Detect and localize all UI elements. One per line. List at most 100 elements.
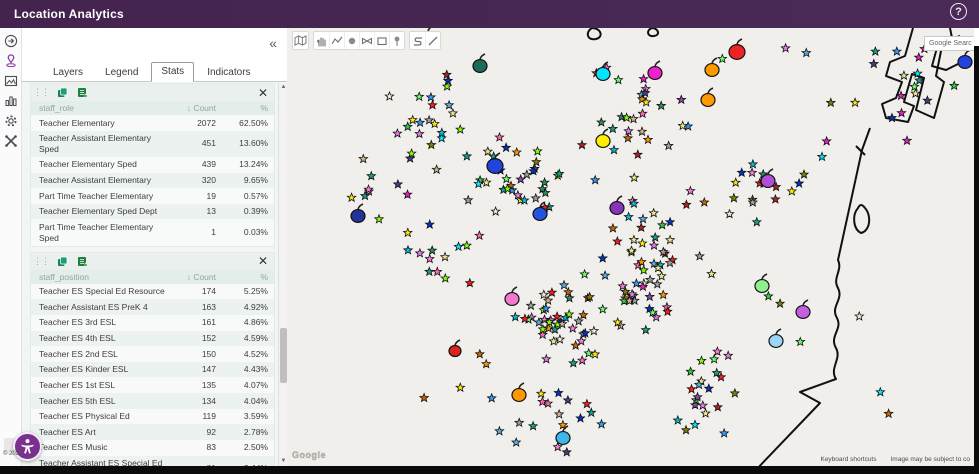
staff-star-marker[interactable] — [771, 195, 779, 203]
staff-star-marker[interactable] — [802, 49, 810, 57]
staff-star-marker[interactable] — [686, 187, 694, 195]
staff-star-marker[interactable] — [714, 403, 722, 411]
staff-star-marker[interactable] — [686, 367, 694, 375]
school-apple-marker[interactable] — [610, 196, 624, 214]
staff-star-marker[interactable] — [724, 351, 732, 359]
staff-star-marker[interactable] — [691, 420, 699, 428]
export-table-icon[interactable] — [76, 255, 89, 268]
staff-star-marker[interactable] — [651, 233, 659, 241]
staff-star-marker[interactable] — [569, 359, 577, 367]
staff-star-marker[interactable] — [476, 350, 484, 358]
staff-star-marker[interactable] — [642, 326, 650, 334]
staff-star-marker[interactable] — [781, 44, 789, 52]
staff-star-marker[interactable] — [425, 267, 433, 275]
staff-star-marker[interactable] — [738, 168, 746, 176]
staff-star-marker[interactable] — [657, 101, 665, 109]
staff-star-marker[interactable] — [495, 133, 503, 141]
staff-star-marker[interactable] — [587, 408, 595, 416]
staff-star-marker[interactable] — [564, 288, 572, 296]
staff-star-marker[interactable] — [720, 429, 728, 437]
staff-star-marker[interactable] — [420, 394, 428, 402]
staff-star-marker[interactable] — [533, 147, 541, 155]
staff-star-marker[interactable] — [540, 290, 548, 298]
staff-star-marker[interactable] — [577, 337, 585, 345]
staff-star-marker[interactable] — [788, 187, 796, 195]
map-canvas[interactable]: Google Searc Google Keyboard shortcuts I… — [287, 28, 974, 467]
staff-star-marker[interactable] — [870, 60, 878, 68]
table-row[interactable]: Teacher ES Physical Ed1193.59% — [31, 409, 274, 425]
school-apple-marker[interactable] — [648, 61, 662, 79]
circle-tool-icon[interactable] — [344, 32, 359, 49]
staff-star-marker[interactable] — [464, 196, 472, 204]
staff-star-marker[interactable] — [407, 149, 415, 157]
staff-star-marker[interactable] — [650, 241, 658, 249]
staff-star-marker[interactable] — [644, 135, 652, 143]
school-apple-marker[interactable] — [596, 129, 610, 147]
copy-table-icon[interactable] — [56, 86, 69, 99]
staff-star-marker[interactable] — [583, 400, 591, 408]
staff-star-marker[interactable] — [456, 383, 464, 391]
staff-star-marker[interactable] — [556, 335, 564, 343]
staff-star-marker[interactable] — [657, 272, 665, 280]
staff-star-marker[interactable] — [512, 438, 520, 446]
staff-star-marker[interactable] — [630, 236, 638, 244]
staff-star-marker[interactable] — [564, 396, 572, 404]
table-row[interactable]: Teacher ES Kinder ESL1474.43% — [31, 362, 274, 378]
staff-star-marker[interactable] — [492, 207, 500, 215]
staff-star-marker[interactable] — [495, 427, 503, 435]
staff-star-marker[interactable] — [659, 291, 667, 299]
staff-star-marker[interactable] — [664, 141, 672, 149]
export-table-icon[interactable] — [76, 86, 89, 99]
staff-star-marker[interactable] — [375, 215, 383, 223]
staff-star-marker[interactable] — [650, 209, 658, 217]
table-row[interactable]: Part Time Teacher Elementary190.57% — [31, 188, 274, 204]
column-header-percent[interactable]: % — [222, 270, 274, 284]
staff-star-marker[interactable] — [426, 255, 434, 263]
school-apple-marker[interactable] — [596, 62, 610, 80]
staff-star-marker[interactable] — [700, 198, 708, 206]
staff-star-marker[interactable] — [529, 422, 537, 430]
copy-table-icon[interactable] — [56, 255, 69, 268]
staff-star-marker[interactable] — [591, 176, 599, 184]
staff-star-marker[interactable] — [713, 347, 721, 355]
table-row[interactable]: Teacher ES 3rd ESL1614.86% — [31, 315, 274, 331]
staff-star-marker[interactable] — [915, 53, 923, 61]
table-row[interactable]: Teacher ES 2nd ESL1504.52% — [31, 346, 274, 362]
pan-hand-tool-icon[interactable] — [314, 32, 329, 49]
school-apple-marker[interactable] — [512, 383, 526, 401]
map-tool-icon[interactable] — [293, 32, 308, 49]
school-apple-marker[interactable] — [769, 329, 783, 347]
staff-star-marker[interactable] — [923, 96, 931, 104]
staff-star-marker[interactable] — [718, 55, 726, 63]
staff-star-marker[interactable] — [527, 301, 535, 309]
staff-star-marker[interactable] — [639, 215, 647, 223]
staff-star-marker[interactable] — [884, 409, 892, 417]
tab-indicators[interactable]: Indicators — [198, 64, 259, 82]
staff-star-marker[interactable] — [911, 89, 919, 97]
staff-star-marker[interactable] — [776, 299, 784, 307]
staff-star-marker[interactable] — [449, 109, 457, 117]
staff-star-marker[interactable] — [542, 355, 550, 363]
staff-star-marker[interactable] — [646, 292, 654, 300]
staff-star-marker[interactable] — [540, 178, 548, 186]
staff-star-marker[interactable] — [639, 75, 647, 83]
staff-star-marker[interactable] — [697, 356, 705, 364]
staff-star-marker[interactable] — [876, 388, 884, 396]
staff-star-marker[interactable] — [627, 246, 635, 254]
staff-star-marker[interactable] — [634, 150, 642, 158]
staff-star-marker[interactable] — [658, 221, 666, 229]
close-card-icon[interactable]: ✕ — [258, 87, 268, 99]
table-row[interactable]: Teacher ES Special Ed Resource1745.25% — [31, 284, 274, 300]
staff-star-marker[interactable] — [580, 270, 588, 278]
staff-star-marker[interactable] — [682, 200, 690, 208]
staff-star-marker[interactable] — [433, 267, 441, 275]
table-row[interactable]: Teacher Elementary Sped43913.24% — [31, 157, 274, 173]
staff-star-marker[interactable] — [851, 98, 859, 106]
image-layer-icon[interactable] — [3, 73, 18, 88]
staff-star-marker[interactable] — [725, 210, 733, 218]
staff-star-marker[interactable] — [666, 218, 674, 226]
staff-star-marker[interactable] — [893, 47, 901, 55]
staff-star-marker[interactable] — [601, 271, 609, 279]
tab-layers[interactable]: Layers — [44, 64, 92, 82]
rectangle-tool-icon[interactable] — [374, 32, 389, 49]
